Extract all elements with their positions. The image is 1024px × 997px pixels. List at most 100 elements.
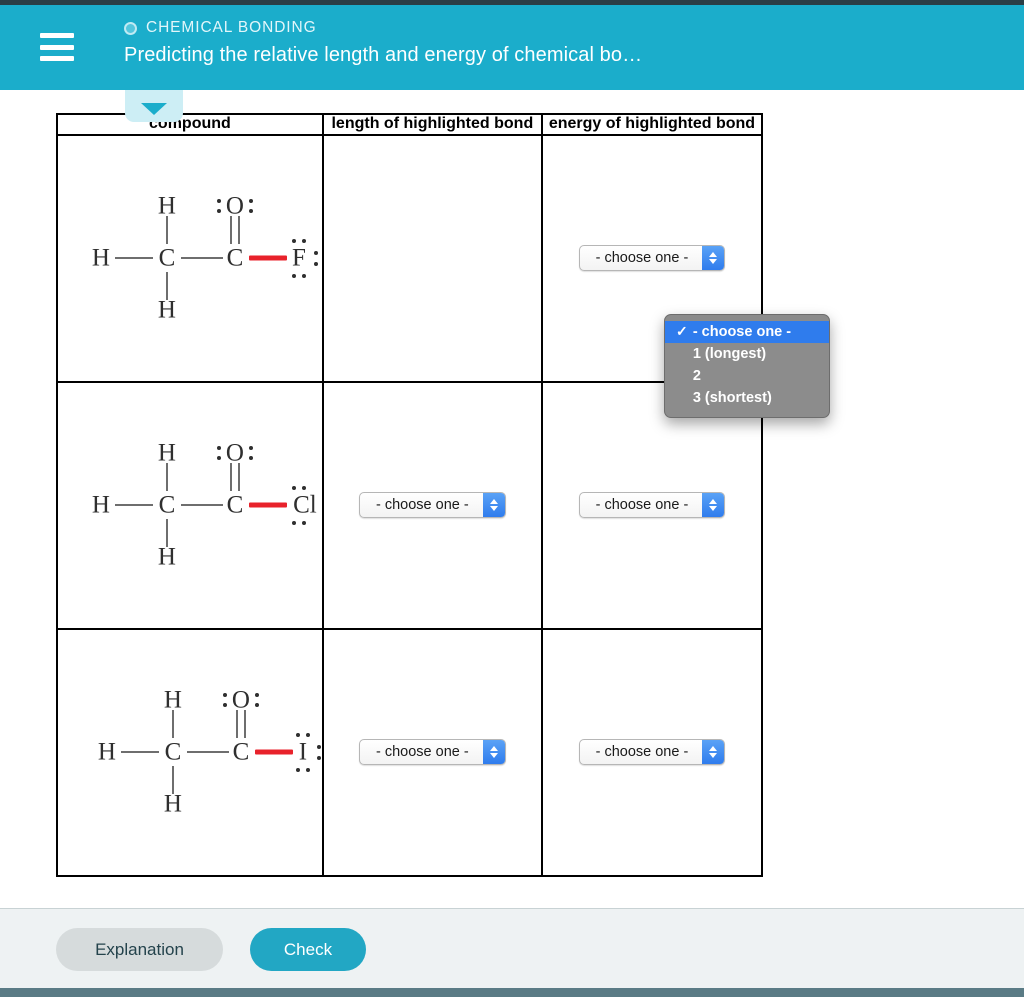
- content-area: compound length of highlighted bond ener…: [0, 90, 1024, 908]
- lewis-structure-acetyl-iodide: H H H C C O I: [65, 672, 321, 832]
- column-header-length: length of highlighted bond: [321, 113, 543, 136]
- stepper-arrows-icon: [482, 493, 505, 518]
- atom-c-left: C: [158, 244, 176, 272]
- atom-h-left: H: [91, 244, 110, 272]
- atom-c-left: C: [158, 491, 176, 519]
- energy-select-row2[interactable]: - choose one -: [578, 492, 726, 519]
- dropdown-option-label: 1 (longest): [692, 345, 767, 362]
- lone-pair-dot: [248, 456, 253, 461]
- caret-down-icon: [141, 103, 167, 115]
- bond-c-o-double-a: [229, 216, 232, 245]
- bond-c-o-double-a: [229, 463, 232, 492]
- hamburger-bar: [40, 33, 74, 38]
- lone-pair-dot: [222, 693, 227, 698]
- bond-h-c: [114, 257, 153, 260]
- dropdown-option-label: - choose one -: [692, 323, 792, 340]
- highlighted-bond: [248, 502, 287, 508]
- atom-h-left: H: [97, 738, 116, 766]
- bond-c-h-top: [165, 216, 168, 245]
- check-button[interactable]: Check: [250, 928, 366, 971]
- lone-pair-dot: [216, 446, 221, 451]
- atom-h-top: H: [157, 192, 176, 220]
- page-title: Predicting the relative length and energ…: [124, 44, 643, 66]
- stepper-arrows-icon: [702, 246, 725, 271]
- compound-cell: H H H C C O F: [56, 133, 324, 383]
- highlighted-bond: [248, 255, 287, 261]
- bond-c-o-double-a: [235, 710, 238, 739]
- atom-h-bottom: H: [163, 790, 182, 818]
- lone-pair-dot: [254, 703, 259, 708]
- length-select-cell: - choose one - ✓ - choose one - 1 (longe…: [321, 133, 830, 418]
- atom-h-bottom: H: [157, 543, 176, 571]
- select-value: - choose one -: [376, 497, 469, 514]
- circle-icon: [124, 21, 137, 35]
- dropdown-option-1-longest[interactable]: 1 (longest): [665, 343, 829, 365]
- length-select-row3[interactable]: - choose one -: [359, 739, 506, 766]
- length-select-cell: - choose one -: [321, 627, 543, 877]
- select-value: - choose one -: [595, 250, 689, 267]
- length-select-cell: - choose one -: [321, 380, 543, 630]
- check-icon: ✓: [675, 323, 688, 340]
- lone-pair-dot: [254, 693, 259, 698]
- dropdown-option-label: 2: [692, 367, 701, 384]
- compound-cell: H H H C C O I: [56, 627, 324, 877]
- lone-pair-dot: [248, 446, 253, 451]
- lone-pair-dot: [291, 486, 296, 491]
- window-bottom-edge: [0, 988, 1024, 997]
- dropdown-option-3-shortest[interactable]: 3 (shortest): [665, 387, 829, 409]
- explanation-button[interactable]: Explanation: [56, 928, 223, 971]
- energy-select-row3[interactable]: - choose one -: [578, 739, 726, 766]
- bond-c-h-top: [165, 463, 168, 492]
- atom-o: O: [231, 686, 250, 714]
- lone-pair-dot: [301, 274, 306, 279]
- collapse-panel-tab[interactable]: [125, 90, 183, 122]
- lone-pair-dot: [248, 209, 253, 214]
- energy-select-row1[interactable]: - choose one -: [578, 245, 726, 272]
- app-header: CHEMICAL BONDING Predicting the relative…: [0, 5, 1024, 90]
- lone-pair-dot: [316, 756, 321, 761]
- lone-pair-dot: [316, 745, 321, 750]
- lone-pair-dot: [216, 209, 221, 214]
- lone-pair-dot: [301, 486, 306, 491]
- column-header-energy: energy of highlighted bond: [540, 113, 764, 136]
- topic-label: CHEMICAL BONDING: [146, 19, 317, 36]
- bond-c-c: [186, 751, 229, 754]
- table-row: H H H C C O F ✓ - choose one - 1 (longes…: [56, 133, 830, 418]
- hamburger-bar: [40, 44, 74, 50]
- dropdown-option-choose-one[interactable]: ✓ - choose one -: [664, 320, 829, 343]
- lone-pair-dot: [291, 239, 296, 244]
- hamburger-menu-icon[interactable]: [40, 33, 74, 61]
- action-footer: Explanation Check: [0, 908, 1024, 988]
- length-select-dropdown-open[interactable]: ✓ - choose one - 1 (longest) 2 3 (shorte…: [663, 313, 830, 418]
- bond-h-c: [120, 751, 159, 754]
- lone-pair-dot: [216, 456, 221, 461]
- lone-pair-dot: [305, 768, 310, 773]
- atom-halogen: Cl: [293, 491, 317, 519]
- stepper-arrows-icon: [482, 740, 505, 765]
- table-row: H H H C C O Cl - choose one - - choose o…: [56, 380, 764, 630]
- energy-select-cell: - choose one -: [540, 380, 764, 630]
- bond-h-c: [114, 504, 153, 507]
- lone-pair-dot: [291, 274, 296, 279]
- lone-pair-dot: [295, 768, 300, 773]
- atom-halogen: F: [291, 244, 306, 272]
- lone-pair-dot: [313, 251, 318, 256]
- lone-pair-dot: [248, 199, 253, 204]
- hamburger-bar: [40, 56, 74, 61]
- header-kicker: CHEMICAL BONDING: [124, 19, 642, 37]
- select-value: - choose one -: [376, 744, 469, 761]
- lone-pair-dot: [305, 733, 310, 738]
- atom-c-right: C: [226, 491, 244, 519]
- column-header-compound: compound: [56, 113, 324, 136]
- lewis-structure-acetyl-chloride: H H H C C O Cl: [65, 425, 329, 585]
- length-select-row2[interactable]: - choose one -: [359, 492, 506, 519]
- atom-h-bottom: H: [157, 296, 176, 324]
- atom-h-top: H: [163, 686, 182, 714]
- stepper-arrows-icon: [702, 493, 725, 518]
- atom-o: O: [225, 439, 244, 467]
- select-value: - choose one -: [595, 744, 689, 761]
- lone-pair-dot: [216, 199, 221, 204]
- atom-c-right: C: [232, 738, 250, 766]
- dropdown-option-2[interactable]: 2: [665, 365, 829, 387]
- bond-c-o-double-b: [237, 463, 240, 492]
